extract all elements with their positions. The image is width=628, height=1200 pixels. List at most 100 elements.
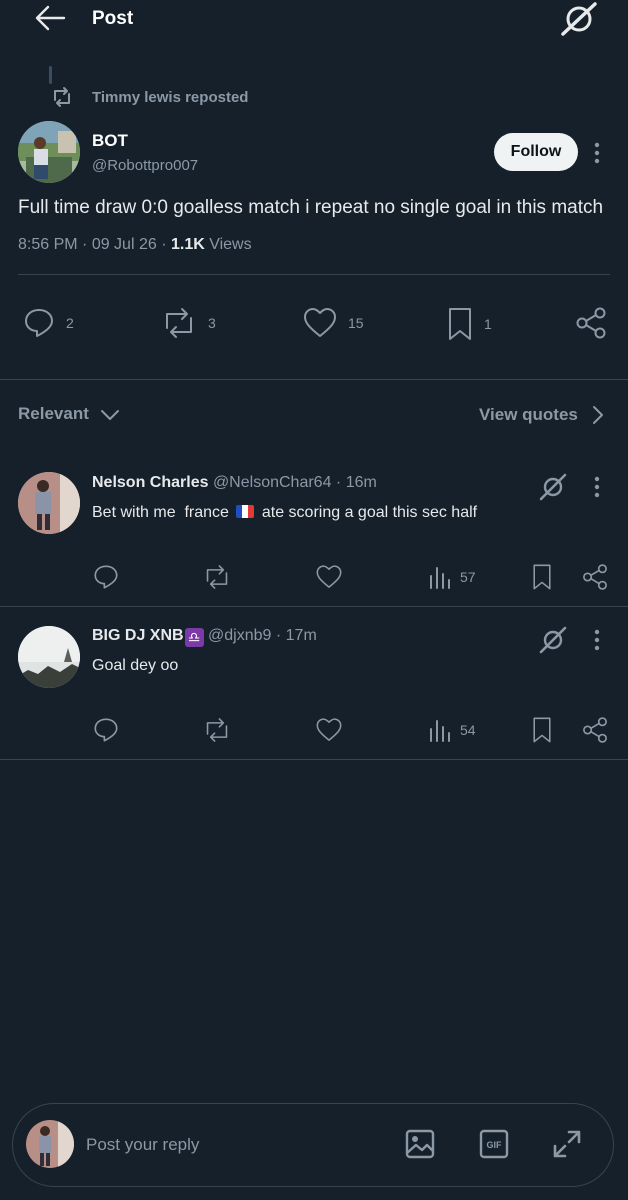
avatar [26,1120,74,1168]
view-quotes-link[interactable]: View quotes [479,404,610,426]
divider [0,759,628,760]
share-button[interactable] [574,306,608,340]
reply-button[interactable] [92,563,120,591]
chevron-right-icon [592,406,603,424]
reply-time: 16m [345,474,377,491]
view-count: 57 [460,569,476,585]
bookmark-icon [533,717,551,743]
more-vertical-icon [594,476,600,498]
grok-icon [539,473,567,501]
grok-icon [539,626,567,654]
page-title: Post [92,8,134,29]
author-name[interactable]: BOT [92,131,128,151]
bookmark-button[interactable] [530,716,554,744]
follow-button[interactable]: Follow [494,133,578,171]
views-label: Views [209,236,252,253]
reply-input[interactable] [86,1130,386,1160]
thread-line [49,66,52,84]
views-button[interactable]: 57 [428,564,476,590]
reply-author-name[interactable]: BIG DJ XNB [92,627,184,644]
heart-icon [316,718,342,741]
share-icon [583,717,607,743]
france-flag-icon [236,505,255,518]
heart-icon [304,308,336,337]
chevron-down-icon [100,410,119,420]
analytics-icon [430,720,450,742]
view-count: 54 [460,722,476,738]
arrow-left-icon [35,5,66,31]
post-meta: 8:56 PM · 09 Jul 26 · 1.1K Views [18,236,252,253]
repost-button[interactable] [202,716,232,744]
reply-text: Bet with me france ate scoring a goal th… [92,504,477,522]
like-button[interactable] [315,716,343,744]
repost-button[interactable]: 3 [160,306,216,340]
share-button[interactable] [581,563,609,591]
repost-icon [206,718,228,742]
repost-count: 3 [208,315,216,331]
more-options-button[interactable] [588,627,606,653]
view-quotes-label: View quotes [479,405,578,424]
analytics-icon [430,567,450,589]
sort-label: Relevant [18,404,89,423]
reply-text-part: ate scoring a goal this sec half [261,504,478,521]
divider [18,274,610,275]
more-options-button[interactable] [588,140,606,166]
post-time: 8:56 PM [18,236,78,253]
more-vertical-icon [594,142,600,164]
share-icon [583,564,607,590]
bookmark-button[interactable] [530,563,554,591]
sort-dropdown[interactable]: Relevant [18,404,123,424]
image-button[interactable] [404,1128,436,1160]
repost-label: Timmy lewis reposted [92,89,249,106]
repost-icon [166,308,192,338]
expand-button[interactable] [551,1128,583,1160]
reply-header: BIG DJ XNB ♎ @djxnb9 · 17m [92,627,317,647]
heart-icon [316,565,342,588]
reply-icon [25,309,53,337]
grok-button[interactable] [538,625,568,655]
share-icon [576,307,606,339]
reply-icon [94,718,118,742]
repost-button[interactable] [202,563,232,591]
reply-time: 17m [285,627,317,644]
bookmark-button[interactable]: 1 [446,306,492,342]
reply-text: Goal dey oo [92,657,179,674]
avatar[interactable] [18,626,80,688]
post-date: 09 Jul 26 [91,236,157,253]
bookmark-icon [449,308,471,340]
views-button[interactable]: 54 [428,717,476,743]
more-vertical-icon [594,629,600,651]
like-button[interactable] [315,563,343,591]
reply-button[interactable]: 2 [22,306,74,340]
reply-icon [94,565,118,589]
view-count: 1.1K [170,236,205,253]
divider [0,379,628,380]
expand-icon [553,1130,581,1158]
avatar[interactable] [18,121,80,183]
reply-header: Nelson Charles @NelsonChar64 · 16m [92,474,377,491]
gif-button[interactable]: GIF [478,1128,510,1160]
post-text: Full time draw 0:0 goalless match i repe… [18,197,604,218]
avatar[interactable] [18,472,80,534]
author-handle[interactable]: @Robottpro007 [92,157,198,174]
gif-icon: GIF [479,1129,509,1159]
bookmark-count: 1 [484,316,492,332]
svg-text:GIF: GIF [487,1140,503,1150]
reply-author-handle[interactable]: @djxnb9 [208,627,271,644]
reply-author-name[interactable]: Nelson Charles [92,474,208,491]
reply-author-handle[interactable]: @NelsonChar64 [213,474,332,491]
grok-button[interactable] [558,0,600,38]
reply-button[interactable] [92,716,120,744]
reply-text-part: Bet with me france [92,504,229,521]
bookmark-icon [533,564,551,590]
more-options-button[interactable] [588,474,606,500]
share-button[interactable] [581,716,609,744]
reply-count: 2 [66,315,74,331]
repost-icon [50,86,74,108]
libra-badge-icon: ♎ [184,628,204,647]
back-button[interactable] [30,2,70,34]
grok-button[interactable] [538,472,568,502]
like-button[interactable]: 15 [302,306,364,340]
like-count: 15 [348,315,364,331]
repost-icon [206,565,228,589]
